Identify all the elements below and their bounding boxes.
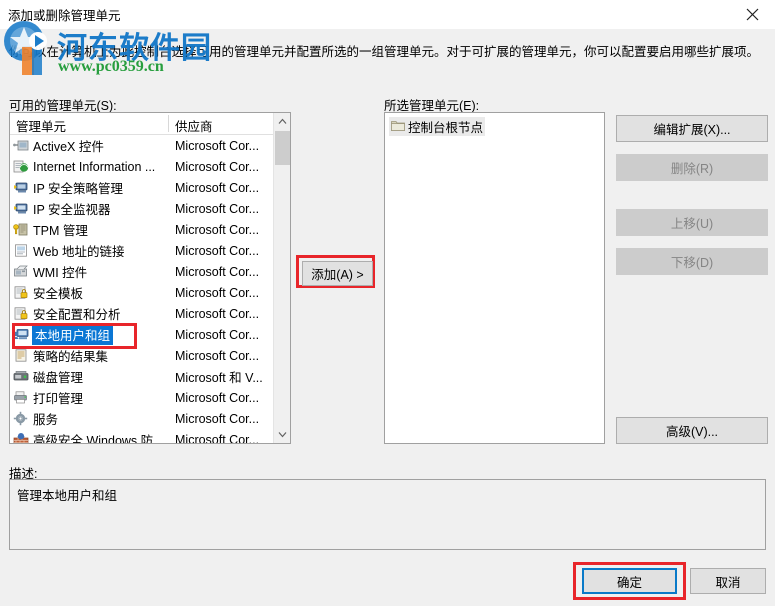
firewall-icon <box>13 431 30 443</box>
move-up-button[interactable]: 上移(U) <box>616 209 768 236</box>
edit-extensions-button[interactable]: 编辑扩展(X)... <box>616 115 768 142</box>
snapin-name-cell: WMI 控件 <box>33 266 88 280</box>
selected-snapins-list[interactable]: 控制台根节点 <box>384 112 605 444</box>
print-management-icon <box>13 390 30 406</box>
table-row[interactable]: 磁盘管理 Microsoft 和 V... <box>10 366 290 387</box>
table-row[interactable]: 服务 Microsoft Cor... <box>10 408 290 429</box>
snapin-name-cell: 策略的结果集 <box>33 350 109 364</box>
snapin-name-cell: ActiveX 控件 <box>33 140 104 154</box>
snapin-vendor-cell: Microsoft Cor... <box>175 243 260 258</box>
list-item-label: 控制台根节点 <box>408 121 484 135</box>
snapin-name-cell: 安全模板 <box>33 287 84 301</box>
snapin-name-cell: 服务 <box>33 413 59 427</box>
snapin-vendor-cell: Microsoft Cor... <box>175 264 260 279</box>
table-row[interactable]: WMI 控件 Microsoft Cor... <box>10 261 290 282</box>
table-row[interactable]: Web 地址的链接 Microsoft Cor... <box>10 240 290 261</box>
snapin-name-cell: Internet Information ... <box>33 159 156 174</box>
snapin-vendor-cell: Microsoft 和 V... <box>175 371 263 385</box>
security-config-icon <box>13 306 30 322</box>
snapin-vendor-cell: Microsoft Cor... <box>175 327 260 342</box>
snapin-name-cell: TPM 管理 <box>33 224 88 238</box>
instruction-text: 你可以在计算机上为此控制台选择可用的管理单元并配置所选的一组管理单元。对于可扩展… <box>9 45 760 59</box>
snapin-vendor-cell: Microsoft Cor... <box>175 201 260 216</box>
tpm-icon <box>13 222 30 238</box>
snapin-name-cell: IP 安全策略管理 <box>33 182 124 196</box>
ok-button[interactable]: 确定 <box>582 568 677 594</box>
table-row[interactable]: IP 安全策略管理 Microsoft Cor... <box>10 177 290 198</box>
iis-icon <box>13 159 30 175</box>
table-row[interactable]: 安全模板 Microsoft Cor... <box>10 282 290 303</box>
snapin-vendor-cell: Microsoft Cor... <box>175 390 260 405</box>
column-header-vendor[interactable]: 供应商 <box>175 116 213 135</box>
snapin-name-cell: 安全配置和分析 <box>33 308 121 322</box>
snapin-name-cell: 本地用户和组 <box>32 324 114 345</box>
wmi-icon <box>13 264 30 280</box>
weblink-icon <box>13 243 30 259</box>
ipsec-policy-icon <box>13 180 30 196</box>
table-row[interactable]: TPM 管理 Microsoft Cor... <box>10 219 290 240</box>
snapin-vendor-cell: Microsoft Cor... <box>175 138 260 153</box>
snapin-name-cell: Web 地址的链接 <box>33 245 125 259</box>
description-box: 管理本地用户和组 <box>9 479 766 550</box>
advanced-button[interactable]: 高级(V)... <box>616 417 768 444</box>
table-row[interactable]: IP 安全监视器 Microsoft Cor... <box>10 198 290 219</box>
disk-management-icon <box>13 369 30 385</box>
available-snapins-list[interactable]: 管理单元 供应商 ActiveX 控件 Microsoft Cor... Inter… <box>9 112 291 444</box>
snapin-vendor-cell: Microsoft Cor... <box>175 222 260 237</box>
add-button-highlight: 添加(A) > <box>296 255 375 288</box>
table-row[interactable]: ActiveX 控件 Microsoft Cor... <box>10 135 290 156</box>
snapin-vendor-cell: Microsoft Cor... <box>175 432 260 444</box>
table-row[interactable]: 安全配置和分析 Microsoft Cor... <box>10 303 290 324</box>
window-title: 添加或删除管理单元 <box>8 9 121 23</box>
list-body: ActiveX 控件 Microsoft Cor... Internet Infor… <box>10 135 290 443</box>
available-list-scrollbar[interactable] <box>273 113 290 443</box>
list-item[interactable]: 控制台根节点 <box>389 117 485 136</box>
services-icon <box>13 411 30 427</box>
close-icon[interactable] <box>729 0 775 29</box>
cancel-button[interactable]: 取消 <box>690 568 766 594</box>
snapin-vendor-cell: Microsoft Cor... <box>175 285 260 300</box>
move-down-button[interactable]: 下移(D) <box>616 248 768 275</box>
table-row[interactable]: 策略的结果集 Microsoft Cor... <box>10 345 290 366</box>
folder-icon <box>391 119 405 135</box>
activex-control-icon <box>13 138 30 154</box>
list-column-header: 管理单元 供应商 <box>10 113 290 135</box>
table-row[interactable]: 高级安全 Windows 防 Microsoft Cor... <box>10 429 290 444</box>
snapin-vendor-cell: Microsoft Cor... <box>175 411 260 426</box>
scroll-down-icon[interactable] <box>274 426 290 443</box>
scroll-up-icon[interactable] <box>274 113 290 130</box>
add-button[interactable]: 添加(A) > <box>302 261 373 286</box>
ipsec-monitor-icon <box>13 201 30 217</box>
local-users-groups-icon <box>13 327 30 343</box>
description-text: 管理本地用户和组 <box>17 489 118 503</box>
snapin-name-cell: 磁盘管理 <box>33 371 84 385</box>
remove-button[interactable]: 删除(R) <box>616 154 768 181</box>
snapin-vendor-cell: Microsoft Cor... <box>175 159 260 174</box>
rsop-icon <box>13 348 30 364</box>
snapin-name-cell: IP 安全监视器 <box>33 203 111 217</box>
table-row[interactable]: 打印管理 Microsoft Cor... <box>10 387 290 408</box>
table-row[interactable]: 本地用户和组 Microsoft Cor... <box>10 324 290 345</box>
watermark-url: www.pc0359.cn <box>58 58 164 75</box>
scrollbar-thumb[interactable] <box>275 131 290 165</box>
snapin-vendor-cell: Microsoft Cor... <box>175 348 260 363</box>
security-template-icon <box>13 285 30 301</box>
table-row[interactable]: Internet Information ... Microsoft Cor... <box>10 156 290 177</box>
snapin-name-cell: 打印管理 <box>33 392 84 406</box>
snapin-name-cell: 高级安全 Windows 防 <box>33 434 154 444</box>
title-bar: 添加或删除管理单元 <box>0 0 775 29</box>
snapin-vendor-cell: Microsoft Cor... <box>175 306 260 321</box>
column-header-snapin[interactable]: 管理单元 <box>16 116 66 135</box>
column-divider <box>168 115 169 132</box>
snapin-vendor-cell: Microsoft Cor... <box>175 180 260 195</box>
